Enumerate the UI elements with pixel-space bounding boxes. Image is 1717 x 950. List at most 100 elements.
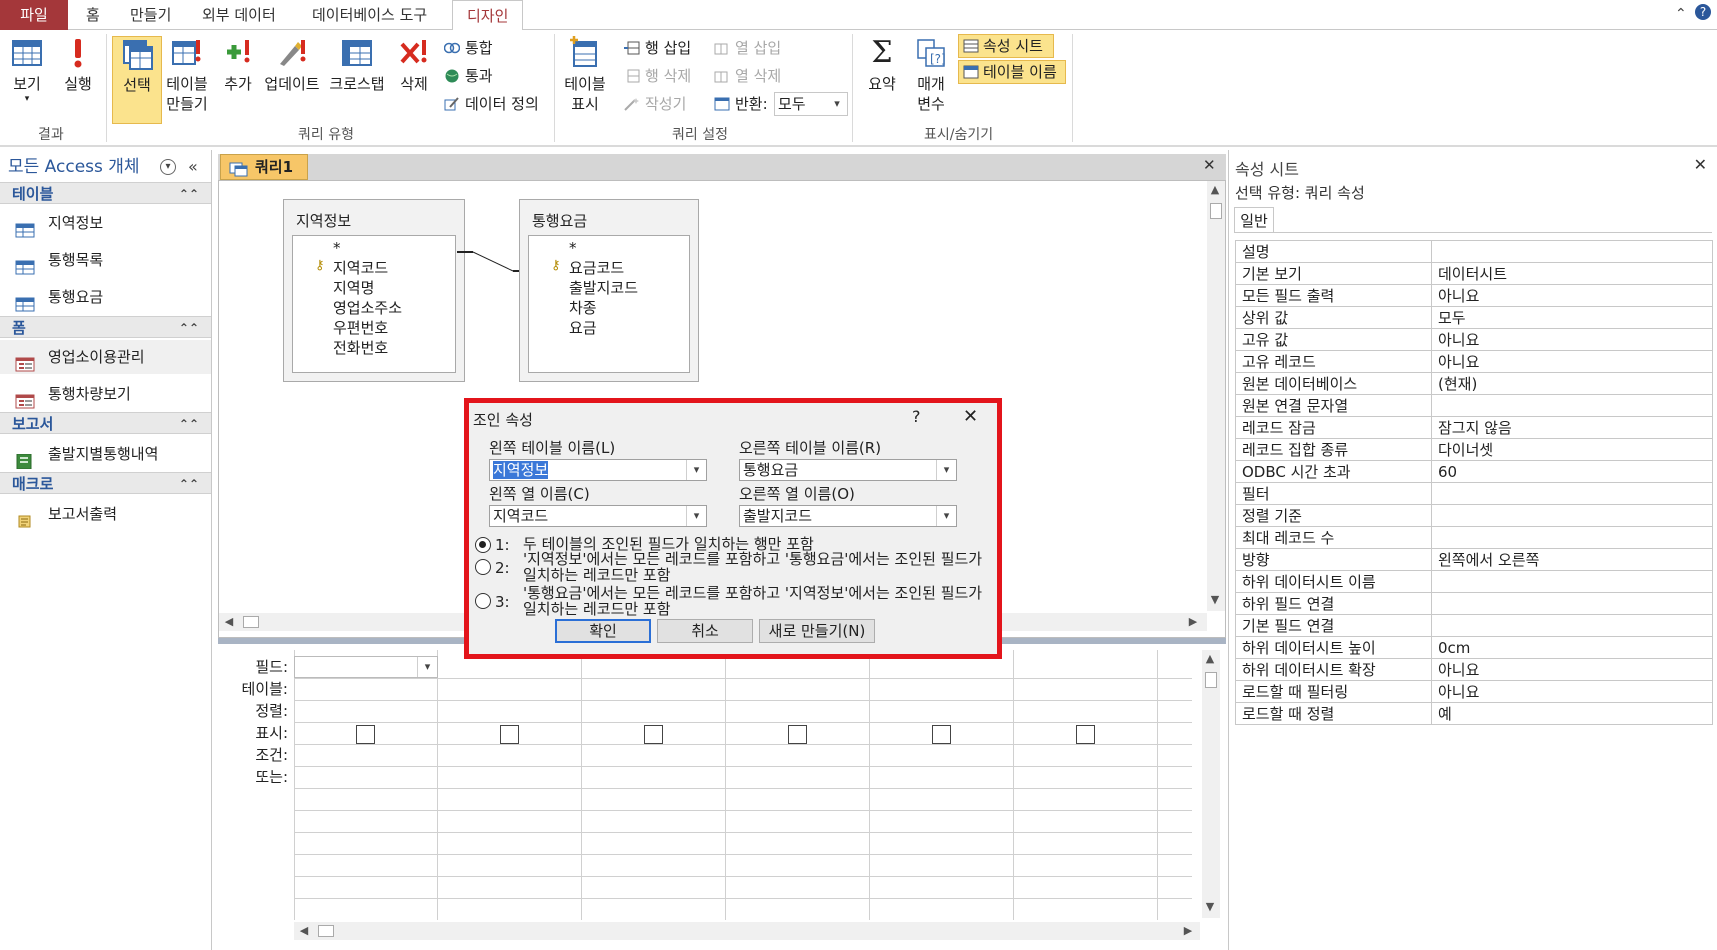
scroll-left-icon[interactable]: ◀: [221, 615, 237, 628]
property-row[interactable]: 하위 데이터시트 이름: [1235, 570, 1713, 593]
show-checkbox[interactable]: [356, 725, 375, 744]
property-value[interactable]: [1431, 482, 1713, 505]
tab-home[interactable]: 홈: [72, 0, 114, 30]
table-fieldlist-region[interactable]: 지역정보 * ⚷ 지역코드 지역명 영업소주소 우편번호 전화번호: [283, 199, 465, 382]
data-definition-button[interactable]: 데이터 정의: [444, 94, 539, 114]
scroll-down-icon[interactable]: ▼: [1202, 900, 1218, 913]
property-row[interactable]: 상위 값 모두: [1235, 306, 1713, 329]
property-value[interactable]: [1431, 240, 1713, 263]
scroll-thumb[interactable]: [318, 925, 334, 937]
field-item[interactable]: *: [569, 238, 577, 258]
grid-column[interactable]: [294, 650, 438, 920]
tab-design[interactable]: 디자인: [452, 0, 524, 31]
property-value[interactable]: 모두: [1431, 306, 1713, 329]
insert-rows-button[interactable]: 행 삽입: [624, 38, 691, 58]
scroll-right-icon[interactable]: ▶: [1180, 924, 1196, 937]
property-row[interactable]: 고유 값 아니요: [1235, 328, 1713, 351]
nav-section-macros[interactable]: 매크로 ⌃⌃: [0, 472, 211, 494]
show-table-button[interactable]: 테이블 표시: [560, 36, 610, 114]
show-checkbox[interactable]: [644, 725, 663, 744]
nav-item-table[interactable]: 지역정보: [0, 206, 211, 240]
property-value[interactable]: 아니요: [1431, 284, 1713, 307]
property-value[interactable]: 아니요: [1431, 328, 1713, 351]
run-button[interactable]: 실행: [58, 36, 98, 94]
append-query-button[interactable]: 추가: [218, 36, 258, 94]
show-checkbox[interactable]: [500, 725, 519, 744]
nav-item-table[interactable]: 통행목록: [0, 243, 211, 277]
pass-through-query-button[interactable]: 통과: [444, 66, 493, 86]
property-row[interactable]: 원본 연결 문자열: [1235, 394, 1713, 417]
property-value[interactable]: 아니요: [1431, 658, 1713, 681]
delete-query-button[interactable]: 삭제: [394, 36, 434, 94]
property-row[interactable]: 하위 데이터시트 확장 아니요: [1235, 658, 1713, 681]
scroll-up-icon[interactable]: ▲: [1202, 652, 1218, 665]
scroll-thumb[interactable]: [1210, 203, 1222, 219]
property-value[interactable]: 60: [1431, 460, 1713, 483]
nav-section-reports[interactable]: 보고서 ⌃⌃: [0, 412, 211, 434]
property-row[interactable]: 레코드 집합 종류 다이너셋: [1235, 438, 1713, 461]
field-item[interactable]: 요금코드: [569, 258, 624, 278]
property-row[interactable]: 기본 필드 연결: [1235, 614, 1713, 637]
grid-column[interactable]: [870, 650, 1014, 920]
property-value[interactable]: 아니요: [1431, 350, 1713, 373]
nav-section-forms[interactable]: 폼 ⌃⌃: [0, 316, 211, 338]
property-row[interactable]: 필터: [1235, 482, 1713, 505]
delete-columns-button[interactable]: 열 삭제: [714, 66, 781, 86]
return-combo[interactable]: 모두 ▾: [774, 92, 848, 116]
right-column-combo[interactable]: 출발지코드 ▾: [739, 505, 957, 527]
scroll-up-icon[interactable]: ▲: [1207, 183, 1223, 196]
cancel-button[interactable]: 취소: [657, 619, 753, 643]
builder-button[interactable]: 작성기: [624, 94, 686, 114]
delete-rows-button[interactable]: 행 삭제: [624, 66, 691, 86]
show-checkbox[interactable]: [788, 725, 807, 744]
join-option-2-radio[interactable]: [475, 559, 491, 575]
grid-horizontal-scrollbar[interactable]: ◀ ▶: [294, 922, 1200, 940]
table-fieldlist-fare[interactable]: 통행요금 * ⚷ 요금코드 출발지코드 차종 요금: [519, 199, 699, 382]
nav-pane-title[interactable]: 모든 Access 개체 ▾ «: [0, 153, 212, 181]
crosstab-query-button[interactable]: 크로스탭: [326, 36, 388, 94]
field-item[interactable]: 우편번호: [333, 318, 388, 338]
nav-section-tables[interactable]: 테이블 ⌃⌃: [0, 182, 211, 204]
property-value[interactable]: 다이너셋: [1431, 438, 1713, 461]
grid-column[interactable]: [1014, 650, 1158, 920]
property-row[interactable]: 레코드 잠금 잠그지 않음: [1235, 416, 1713, 439]
left-table-combo[interactable]: 지역정보 ▾: [489, 459, 707, 481]
property-value[interactable]: 아니요: [1431, 680, 1713, 703]
field-item[interactable]: 전화번호: [333, 338, 388, 358]
property-row[interactable]: 최대 레코드 수: [1235, 526, 1713, 549]
property-value[interactable]: (현재): [1431, 372, 1713, 395]
property-value[interactable]: [1431, 504, 1713, 527]
tab-create[interactable]: 만들기: [116, 0, 185, 30]
help-icon[interactable]: ?: [912, 407, 921, 426]
property-row[interactable]: 원본 데이터베이스 (현재): [1235, 372, 1713, 395]
field-item[interactable]: 출발지코드: [569, 278, 638, 298]
property-row[interactable]: 고유 레코드 아니요: [1235, 350, 1713, 373]
scroll-down-icon[interactable]: ▼: [1207, 593, 1223, 606]
grid-vertical-scrollbar[interactable]: ▲ ▼: [1202, 650, 1220, 918]
insert-columns-button[interactable]: 열 삽입: [714, 38, 781, 58]
make-table-button[interactable]: 테이블 만들기: [164, 36, 210, 114]
help-icon[interactable]: ?: [1695, 4, 1711, 20]
property-row[interactable]: 모든 필드 출력 아니요: [1235, 284, 1713, 307]
field-item[interactable]: *: [333, 238, 341, 258]
new-button[interactable]: 새로 만들기(N): [759, 619, 875, 643]
property-value[interactable]: [1431, 592, 1713, 615]
nav-menu-chevron-icon[interactable]: ▾: [160, 159, 176, 175]
grid-column[interactable]: [726, 650, 870, 920]
tab-external-data[interactable]: 외부 데이터: [188, 0, 290, 30]
totals-button[interactable]: Σ 요약: [862, 36, 902, 94]
close-icon[interactable]: ✕: [963, 406, 978, 427]
nav-item-form[interactable]: 통행차량보기: [0, 377, 211, 411]
join-option-1-radio[interactable]: [475, 537, 491, 553]
select-query-button[interactable]: 선택: [112, 36, 162, 124]
property-row[interactable]: 하위 데이터시트 높이 0cm: [1235, 636, 1713, 659]
ok-button[interactable]: 확인: [555, 619, 651, 643]
property-row[interactable]: 방향 왼쪽에서 오른쪽: [1235, 548, 1713, 571]
property-row[interactable]: 로드할 때 정렬 예: [1235, 702, 1713, 725]
tab-database-tools[interactable]: 데이터베이스 도구: [298, 0, 441, 30]
property-value[interactable]: [1431, 394, 1713, 417]
tab-file[interactable]: 파일: [0, 0, 68, 30]
property-row[interactable]: 로드할 때 필터링 아니요: [1235, 680, 1713, 703]
property-sheet-toggle[interactable]: 속성 시트: [958, 34, 1054, 58]
collapse-nav-icon[interactable]: «: [188, 153, 198, 181]
